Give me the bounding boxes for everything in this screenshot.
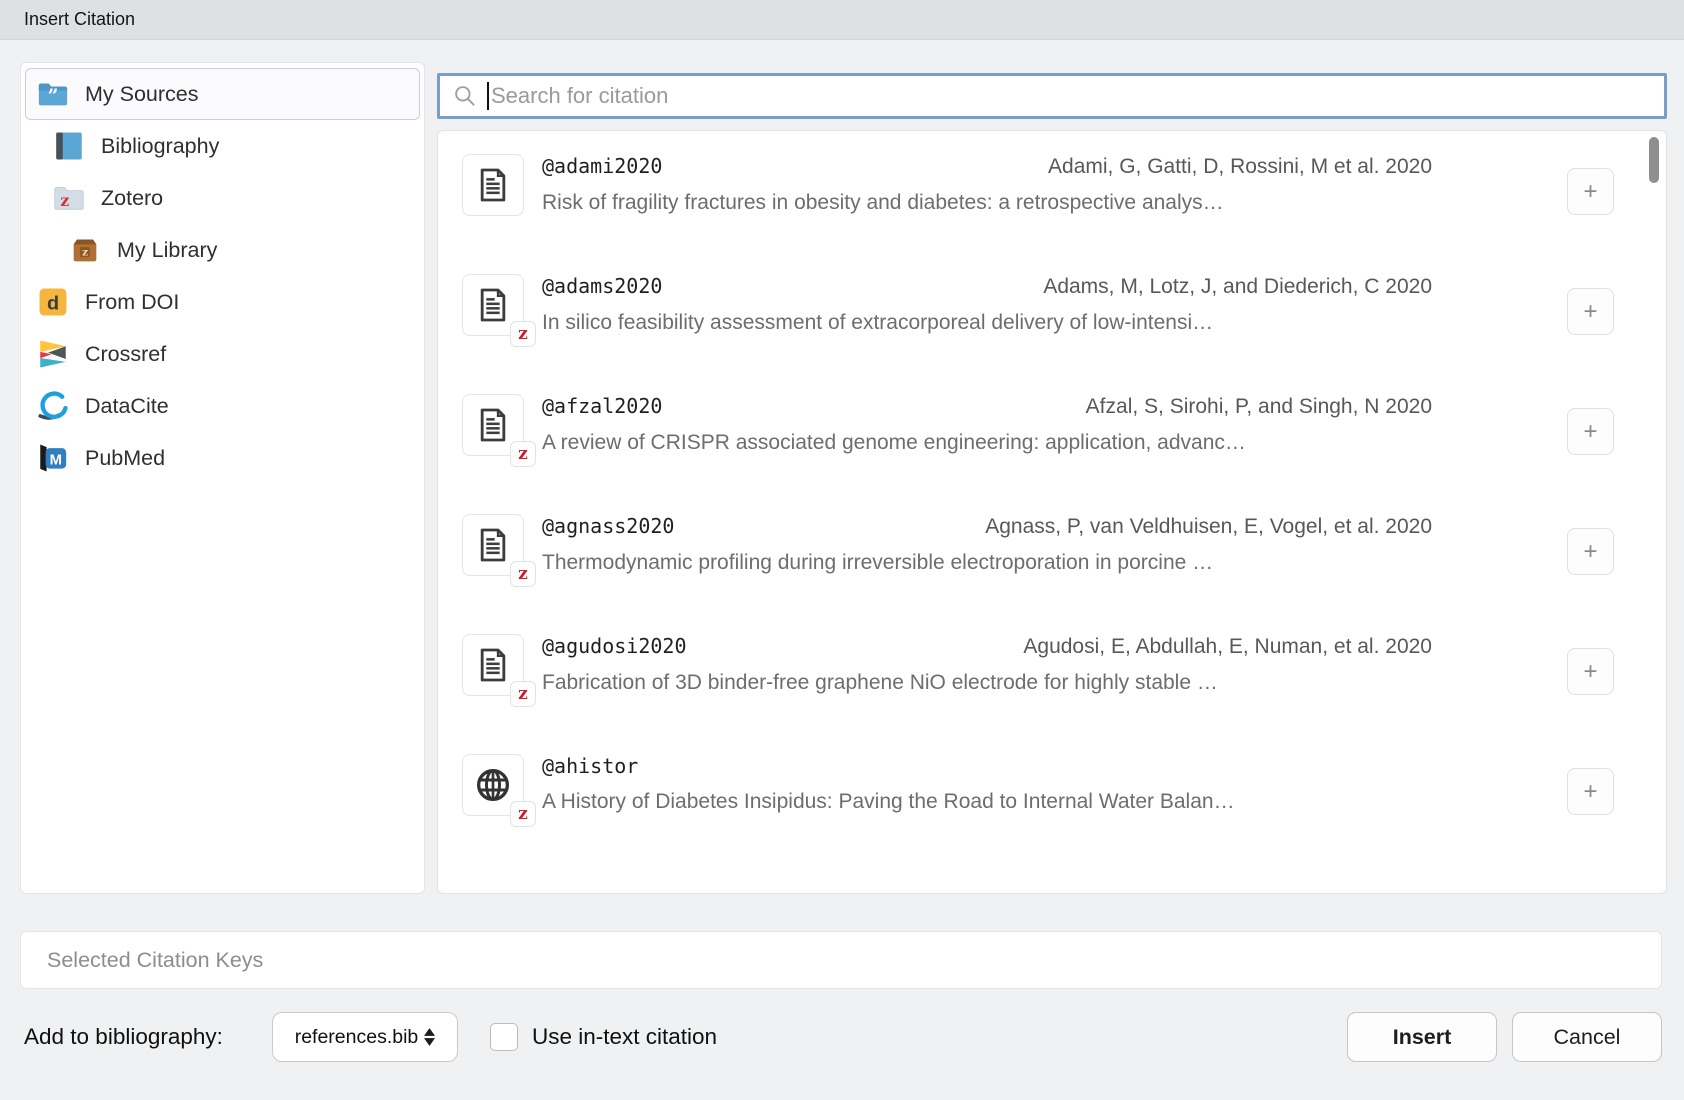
crossref-icon	[36, 337, 70, 371]
sidebar-item-pubmed[interactable]: M PubMed	[25, 432, 420, 484]
insert-button[interactable]: Insert	[1347, 1012, 1497, 1062]
search-input[interactable]	[489, 76, 1664, 116]
sidebar-item-label: Bibliography	[101, 134, 219, 159]
source-type-icon-box	[462, 154, 524, 216]
pubmed-icon: M	[36, 441, 70, 475]
sidebar-item-crossref[interactable]: Crossref	[25, 328, 420, 380]
add-citation-button[interactable]: +	[1567, 168, 1614, 215]
citation-result-row[interactable]: z @agudosi2020 Agudosi, E, Abdullah, E, …	[438, 620, 1666, 740]
selected-citation-keys-box	[20, 931, 1662, 989]
citation-title: A History of Diabetes Insipidus: Paving …	[542, 790, 1432, 814]
zotero-badge-icon: z	[510, 321, 536, 347]
source-type-icon-box: z	[462, 634, 524, 696]
my-sources-folder-icon: ”	[36, 77, 70, 111]
dialog-titlebar: Insert Citation	[0, 0, 1684, 40]
selected-citation-keys-input[interactable]	[21, 932, 1661, 988]
source-type-icon-box: z	[462, 754, 524, 816]
use-in-text-citation-checkbox[interactable]	[490, 1023, 518, 1051]
search-icon	[452, 83, 478, 109]
citation-authors: Afzal, S, Sirohi, P, and Singh, N 2020	[1086, 395, 1432, 419]
sidebar-item-from-doi[interactable]: d From DOI	[25, 276, 420, 328]
zotero-badge-icon: z	[510, 441, 536, 467]
datacite-icon	[36, 389, 70, 423]
zotero-badge-icon: z	[510, 561, 536, 587]
svg-text:d: d	[47, 293, 59, 315]
citation-key: @adami2020	[542, 154, 662, 178]
sidebar-item-zotero[interactable]: z Zotero	[25, 172, 420, 224]
search-box	[437, 73, 1667, 119]
sidebar-item-my-library[interactable]: z My Library	[25, 224, 420, 276]
citation-authors: Agnass, P, van Veldhuisen, E, Vogel, et …	[985, 515, 1432, 539]
citation-result-row[interactable]: z @ahistor A History of Diabetes Insipid…	[438, 740, 1666, 860]
select-stepper-icon	[424, 1028, 435, 1046]
bibliography-file-select[interactable]: references.bib	[272, 1012, 458, 1062]
doi-icon: d	[36, 285, 70, 319]
use-in-text-citation-label: Use in-text citation	[532, 1024, 717, 1050]
sources-sidebar: ” My Sources Bibliography z Zotero z My …	[20, 62, 425, 894]
zotero-library-icon: z	[68, 233, 102, 267]
citation-title: A review of CRISPR associated genome eng…	[542, 431, 1432, 455]
citation-title: Thermodynamic profiling during irreversi…	[542, 551, 1432, 575]
source-type-icon-box: z	[462, 394, 524, 456]
insert-citation-dialog: Insert Citation ” My Sources Bibliograph…	[0, 0, 1684, 1100]
add-citation-button[interactable]: +	[1567, 288, 1614, 335]
citation-authors: Agudosi, E, Abdullah, E, Numan, et al. 2…	[1023, 635, 1432, 659]
zotero-badge-icon: z	[510, 801, 536, 827]
sidebar-item-label: Zotero	[101, 186, 163, 211]
zotero-folder-icon: z	[52, 181, 86, 215]
source-type-icon-box: z	[462, 274, 524, 336]
cancel-button[interactable]: Cancel	[1512, 1012, 1662, 1062]
citation-result-row[interactable]: @adami2020 Adami, G, Gatti, D, Rossini, …	[438, 140, 1666, 260]
web-globe-icon	[473, 765, 513, 805]
article-icon	[473, 285, 513, 325]
citation-key: @agudosi2020	[542, 634, 687, 658]
article-icon	[473, 525, 513, 565]
dialog-footer: Add to bibliography: references.bib Use …	[0, 1006, 1684, 1076]
citation-result-row[interactable]: z @adams2020 Adams, M, Lotz, J, and Died…	[438, 260, 1666, 380]
citation-title: Risk of fragility fractures in obesity a…	[542, 191, 1432, 215]
citation-title: In silico feasibility assessment of extr…	[542, 311, 1432, 335]
svg-text:”: ”	[48, 86, 59, 107]
svg-text:M: M	[50, 453, 62, 469]
book-icon	[52, 129, 86, 163]
citation-key: @ahistor	[542, 754, 638, 778]
svg-text:z: z	[60, 191, 69, 210]
citation-key: @agnass2020	[542, 514, 674, 538]
sidebar-item-bibliography[interactable]: Bibliography	[25, 120, 420, 172]
bibliography-file-value: references.bib	[295, 1026, 419, 1049]
citation-result-row[interactable]: z @agnass2020 Agnass, P, van Veldhuisen,…	[438, 500, 1666, 620]
citation-results-list: @adami2020 Adami, G, Gatti, D, Rossini, …	[437, 130, 1667, 894]
sidebar-item-label: PubMed	[85, 446, 165, 471]
article-icon	[473, 405, 513, 445]
sidebar-item-label: My Library	[117, 238, 217, 263]
add-citation-button[interactable]: +	[1567, 768, 1614, 815]
add-citation-button[interactable]: +	[1567, 408, 1614, 455]
dialog-title: Insert Citation	[24, 9, 135, 30]
citation-key: @adams2020	[542, 274, 662, 298]
svg-text:z: z	[82, 245, 88, 258]
citation-authors: Adami, G, Gatti, D, Rossini, M et al. 20…	[1048, 155, 1432, 179]
sidebar-item-label: DataCite	[85, 394, 169, 419]
article-icon	[473, 645, 513, 685]
sidebar-item-label: From DOI	[85, 290, 179, 315]
citation-title: Fabrication of 3D binder-free graphene N…	[542, 671, 1432, 695]
article-icon	[473, 165, 513, 205]
source-type-icon-box: z	[462, 514, 524, 576]
add-citation-button[interactable]: +	[1567, 528, 1614, 575]
add-citation-button[interactable]: +	[1567, 648, 1614, 695]
sidebar-item-my-sources[interactable]: ” My Sources	[25, 68, 420, 120]
sidebar-item-label: Crossref	[85, 342, 166, 367]
scrollbar-thumb[interactable]	[1649, 137, 1659, 183]
sidebar-item-datacite[interactable]: DataCite	[25, 380, 420, 432]
add-to-bibliography-label: Add to bibliography:	[24, 1024, 223, 1050]
sidebar-item-label: My Sources	[85, 82, 199, 107]
citation-key: @afzal2020	[542, 394, 662, 418]
zotero-badge-icon: z	[510, 681, 536, 707]
citation-authors: Adams, M, Lotz, J, and Diederich, C 2020	[1043, 275, 1432, 299]
citation-result-row[interactable]: z @afzal2020 Afzal, S, Sirohi, P, and Si…	[438, 380, 1666, 500]
